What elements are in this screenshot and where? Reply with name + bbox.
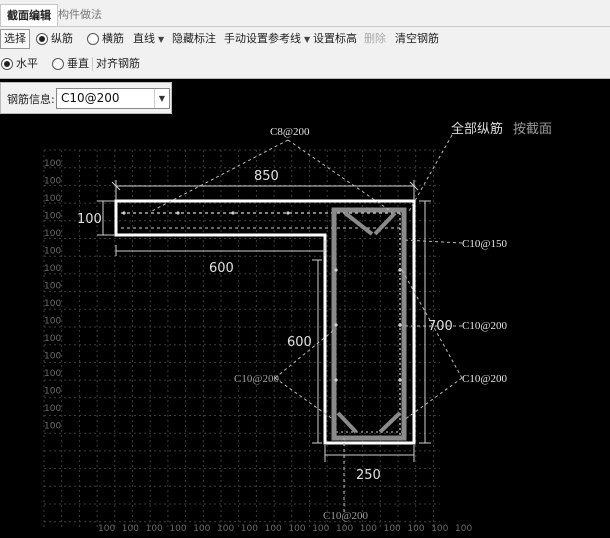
- grid-left-label: 100: [44, 282, 61, 292]
- stirrup-hook-bottom-left: [336, 411, 358, 434]
- grid-bottom-label: 100: [98, 524, 115, 534]
- stirrup-hook-top-right: [373, 211, 397, 236]
- grid-left-label: 100: [44, 352, 61, 362]
- grid-bottom-label: 100: [384, 524, 401, 534]
- grid-bottom-label: 100: [241, 524, 258, 534]
- rebar-points: [122, 211, 402, 382]
- grid-left-label: 100: [44, 194, 61, 204]
- grid-left-label: 100: [44, 317, 61, 327]
- grid-left-label: 100: [44, 299, 61, 309]
- grid-left-label: 100: [44, 212, 61, 222]
- grid-left-label: 100: [44, 247, 61, 257]
- rebar-label-right-upper[interactable]: C10@150: [462, 238, 507, 250]
- grid-bottom-label: 100: [336, 524, 353, 534]
- web-stirrup[interactable]: [331, 207, 407, 441]
- dim-web-width[interactable]: 250: [356, 468, 381, 483]
- grid-left-label: 100: [44, 159, 61, 169]
- grid-bottom-label: 100: [169, 524, 186, 534]
- grid-left-label: 100: [44, 422, 61, 432]
- dim-flange-inner[interactable]: 600: [209, 261, 234, 276]
- dim-web-height-left[interactable]: 600: [287, 335, 312, 350]
- rebar-label-stirrup-top[interactable]: C8@200: [270, 126, 310, 138]
- grid-bottom-labels: 100 100 100 100 100 100 100 100 100 100 100 100 100 1…: [98, 524, 472, 534]
- grid-bottom-label: 100: [146, 524, 163, 534]
- grid-bottom-label: 100: [193, 524, 210, 534]
- grid-left-label: 100: [44, 264, 61, 274]
- by-section-header[interactable]: 按截面: [513, 122, 552, 137]
- grid-left-label: 100: [44, 387, 61, 397]
- section-outline[interactable]: [114, 199, 416, 445]
- all-longitudinal-header[interactable]: 全部纵筋: [451, 121, 503, 137]
- rebar-label-right-mid[interactable]: C10@200: [462, 320, 507, 332]
- grid-left-label: 100: [44, 404, 61, 414]
- grid-bottom-label: 100: [288, 524, 305, 534]
- grid-left-labels: 100 100 100 100 100 100 100 100 100 100 100 100 100 1…: [44, 159, 61, 432]
- grid-left-label: 100: [44, 177, 61, 187]
- grid-bottom-label: 100: [455, 524, 472, 534]
- drawing-canvas[interactable]: 100 100 100 100 100 100 100 100 100 100 100 100 100 1…: [0, 0, 610, 538]
- grid-left-label: 100: [44, 369, 61, 379]
- grid-bottom-label: 100: [265, 524, 282, 534]
- dim-top-width[interactable]: 850: [254, 169, 279, 184]
- dim-flange-thickness[interactable]: 100: [77, 212, 102, 227]
- rebar-label-right-lower[interactable]: C10@200: [462, 373, 507, 385]
- dimension-lines: [97, 180, 431, 462]
- grid-left-label: 100: [44, 334, 61, 344]
- grid-bottom-label: 100: [360, 524, 377, 534]
- grid-bottom-label: 100: [122, 524, 139, 534]
- grid-bottom-label: 100: [312, 524, 329, 534]
- grid-bottom-label: 100: [407, 524, 424, 534]
- rebar-label-left-mid[interactable]: C10@200: [234, 373, 279, 385]
- grid-bottom-label: 100: [217, 524, 234, 534]
- stirrup-hook-top-left: [343, 211, 374, 236]
- grid-bottom-label: 100: [431, 524, 448, 534]
- grid-left-label: 100: [44, 229, 61, 239]
- rebar-label-bottom[interactable]: C10@200: [323, 510, 368, 522]
